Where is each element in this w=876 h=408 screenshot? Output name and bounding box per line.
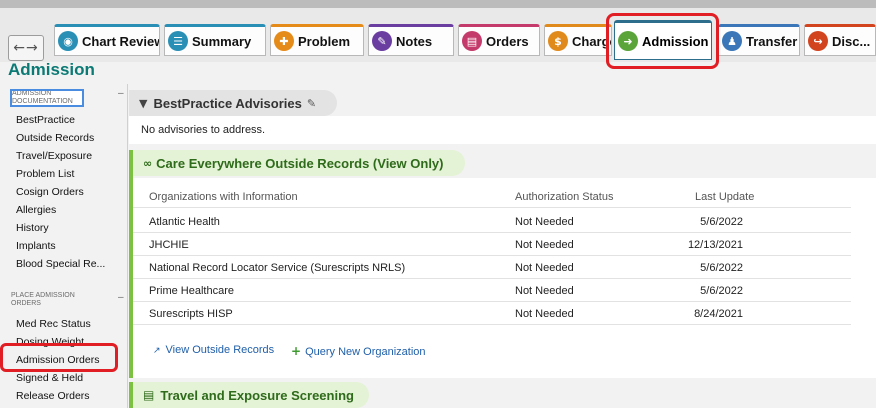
filter-icon: ▼ [139, 96, 148, 110]
tab-label: Admission [642, 33, 709, 49]
column-header: Last Update [695, 191, 755, 203]
sidebar-item-admission-orders[interactable]: Admission Orders [16, 354, 99, 366]
org-name: National Record Locator Service (Surescr… [149, 262, 406, 274]
care-everywhere-panel: Organizations with Information Authoriza… [133, 178, 876, 378]
back-forward-button[interactable]: ←→ [8, 35, 44, 61]
view-outside-records-link[interactable]: ↗ View Outside Records [153, 344, 274, 356]
tab-label: Chart Review [82, 33, 160, 49]
auth-status: Not Needed [515, 239, 574, 251]
last-update: 5/6/2022 [700, 285, 743, 297]
sidebar-item-problem-list[interactable]: Problem List [16, 168, 74, 180]
transfer-icon: ♟ [722, 31, 742, 51]
travel-section-header[interactable]: ▤ Travel and Exposure Screening [133, 382, 369, 408]
auth-status: Not Needed [515, 216, 574, 228]
last-update: 5/6/2022 [700, 262, 743, 274]
problem-icon: ✚ [274, 31, 294, 51]
sidebar-heading-documentation[interactable]: ADMISSION DOCUMENTATION [10, 89, 84, 107]
table-row[interactable]: Atlantic Health Not Needed 5/6/2022 [133, 211, 851, 233]
link-label: Query New Organization [305, 346, 426, 358]
org-name: Surescripts HISP [149, 308, 233, 320]
tab-label: Transfer [746, 33, 798, 49]
collapse-icon[interactable]: – [118, 88, 124, 99]
sidebar-item-allergies[interactable]: Allergies [16, 204, 56, 216]
notes-icon: ✎ [372, 31, 392, 51]
sidebar-item-outside-records[interactable]: Outside Records [16, 132, 94, 144]
tab-notes[interactable]: ✎ Notes [368, 24, 454, 56]
table-row[interactable]: National Record Locator Service (Surescr… [133, 257, 851, 279]
auth-status: Not Needed [515, 308, 574, 320]
auth-status: Not Needed [515, 285, 574, 297]
sidebar-item-signed-held[interactable]: Signed & Held [16, 372, 83, 384]
care-everywhere-title: Care Everywhere Outside Records (View On… [156, 155, 444, 171]
main-content: ▼ BestPractice Advisories ✎ No advisorie… [129, 84, 876, 408]
chart-review-icon: ◉ [58, 31, 78, 51]
tab-transfer[interactable]: ♟ Transfer [718, 24, 800, 56]
tab-label: Summary [192, 33, 252, 49]
last-update: 8/24/2021 [694, 308, 743, 320]
auth-status: Not Needed [515, 262, 574, 274]
tab-label: Notes [396, 33, 433, 49]
sidebar-item-blood-special[interactable]: Blood Special Re... [16, 258, 105, 270]
sidebar-item-implants[interactable]: Implants [16, 240, 56, 252]
tab-admission[interactable]: ➜ Admission [614, 20, 712, 60]
sidebar-item-cosign-orders[interactable]: Cosign Orders [16, 186, 84, 198]
care-everywhere-header[interactable]: ∞ Care Everywhere Outside Records (View … [133, 150, 465, 176]
sidebar-item-med-rec-status[interactable]: Med Rec Status [16, 318, 91, 330]
edit-icon[interactable]: ✎ [307, 97, 316, 110]
tab-problem[interactable]: ✚ Problem [270, 24, 364, 56]
last-update: 12/13/2021 [687, 239, 743, 251]
travel-title: Travel and Exposure Screening [160, 387, 354, 403]
last-update: 5/6/2022 [700, 216, 743, 228]
org-name: Prime Healthcare [149, 285, 234, 297]
tab-label: Charges [572, 33, 611, 49]
sidebar-heading-place-orders[interactable]: PLACE ADMISSION ORDERS [11, 292, 101, 308]
table-row[interactable]: Surescripts HISP Not Needed 8/24/2021 [133, 303, 851, 325]
tab-label: Problem [298, 33, 351, 49]
bpa-message: No advisories to address. [141, 124, 266, 136]
sidebar-item-release-orders[interactable]: Release Orders [16, 390, 90, 402]
sidebar: ADMISSION DOCUMENTATION – BestPractice O… [0, 84, 128, 408]
bpa-panel: No advisories to address. [129, 116, 876, 144]
admission-icon: ➜ [618, 31, 638, 51]
table-header-row: Organizations with Information Authoriza… [133, 186, 851, 208]
discharge-icon: ↪ [808, 31, 828, 51]
table-row[interactable]: Prime Healthcare Not Needed 5/6/2022 [133, 280, 851, 302]
link-label: View Outside Records [165, 344, 275, 356]
tab-orders[interactable]: ▤ Orders [458, 24, 540, 56]
arrow-icon: ↗ [153, 346, 161, 356]
tab-label: Orders [486, 33, 529, 49]
sidebar-item-dosing-weight[interactable]: Dosing Weight [16, 336, 84, 348]
summary-icon: ☰ [168, 31, 188, 51]
query-new-organization-link[interactable]: + Query New Organization [291, 344, 426, 358]
page-title: Admission [8, 60, 95, 79]
sidebar-item-history[interactable]: History [16, 222, 49, 234]
org-name: Atlantic Health [149, 216, 220, 228]
column-header: Authorization Status [515, 191, 614, 203]
bpa-title: BestPractice Advisories [153, 95, 302, 111]
org-name: JHCHIE [149, 239, 189, 251]
tab-summary[interactable]: ☰ Summary [164, 24, 266, 56]
collapse-icon[interactable]: – [118, 292, 124, 303]
charges-icon: $ [548, 31, 568, 51]
bpa-section-header[interactable]: ▼ BestPractice Advisories ✎ [129, 90, 337, 116]
link-icon: ∞ [143, 156, 153, 170]
tab-label: Disc... [832, 33, 871, 49]
table-row[interactable]: JHCHIE Not Needed 12/13/2021 [133, 234, 851, 256]
orders-icon: ▤ [462, 31, 482, 51]
document-icon: ▤ [143, 388, 155, 402]
sidebar-item-bestpractice[interactable]: BestPractice [16, 114, 75, 126]
top-strip [0, 0, 876, 8]
sidebar-item-travel-exposure[interactable]: Travel/Exposure [16, 150, 92, 162]
plus-icon: + [291, 344, 302, 358]
tab-discharge[interactable]: ↪ Disc... [804, 24, 876, 56]
tab-chart-review[interactable]: ◉ Chart Review [54, 24, 160, 56]
column-header: Organizations with Information [149, 191, 298, 203]
tab-charges[interactable]: $ Charges [544, 24, 612, 56]
